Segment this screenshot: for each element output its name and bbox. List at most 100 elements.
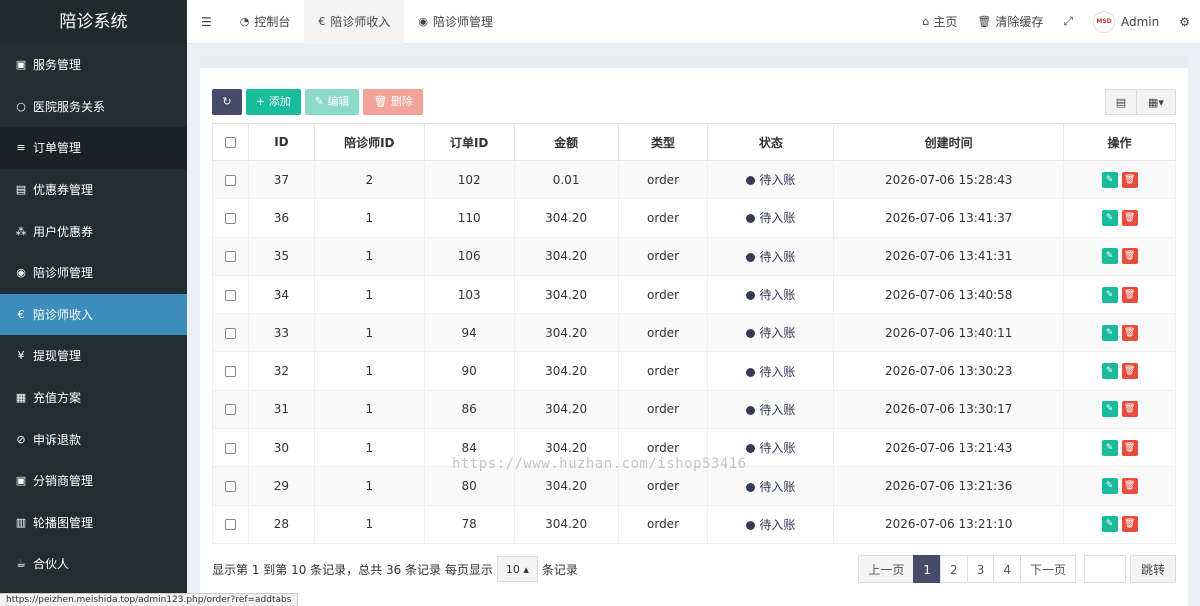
row-edit-icon[interactable]: ✎ (1101, 286, 1118, 303)
row-edit-icon[interactable]: ✎ (1101, 439, 1118, 456)
sidebar-menu: ▣ 服务管理 ○ 医院服务关系 ≡ 订单管理 ▤ 优惠券管理 ⁂ 用户优惠券 ◉ 陪诊师管理 € 陪诊师收… (0, 44, 187, 606)
next-page-button[interactable]: 下一页 (1019, 555, 1076, 583)
list-view-icon[interactable]: ▤ (1105, 89, 1137, 115)
row-checkbox[interactable] (212, 313, 249, 353)
row-edit-icon[interactable]: ✎ (1101, 516, 1118, 533)
row-delete-icon[interactable]: 🗑 (1121, 248, 1138, 265)
tab-escort-income[interactable]: € 陪诊师收入 (304, 0, 405, 44)
sidebar-item-5[interactable]: ◉ 陪诊师管理 (0, 252, 187, 294)
col-escort-id[interactable]: 陪诊师ID (313, 123, 425, 161)
table-row[interactable]: 33 1 94 304.20 order 待入账 2026-07-06 13:40:11 ✎ 🗑 (212, 313, 1176, 353)
row-edit-icon[interactable]: ✎ (1101, 401, 1118, 418)
sidebar-item-2[interactable]: ≡ 订单管理 (0, 127, 187, 169)
cell-time: 2026-07-06 13:41:37 (833, 198, 1065, 238)
cell-id: 32 (247, 351, 315, 391)
sidebar-item-1[interactable]: ○ 医院服务关系 (0, 86, 187, 128)
fullscreen-icon[interactable]: ⤢ (1053, 14, 1083, 29)
status-label: 待入账 (759, 517, 796, 532)
sidebar-item-12[interactable]: ☕ 合伙人 (0, 543, 187, 585)
page-3-button[interactable]: 3 (966, 555, 995, 583)
sidebar-item-icon: ⁂ (15, 224, 27, 238)
cell-oid: 110 (423, 198, 515, 238)
page-size-select[interactable]: 10 ▴ (496, 556, 538, 582)
col-created-time[interactable]: 创建时间 (833, 123, 1065, 161)
row-edit-icon[interactable]: ✎ (1101, 209, 1118, 226)
jump-button[interactable]: 跳转 (1129, 555, 1176, 583)
page-4-button[interactable]: 4 (993, 555, 1021, 583)
row-checkbox[interactable] (212, 428, 249, 468)
jump-page-input[interactable] (1083, 555, 1126, 583)
home-link[interactable]: ⌂ 主页 (912, 13, 967, 30)
col-order-id[interactable]: 订单ID (423, 123, 515, 161)
row-delete-icon[interactable]: 🗑 (1121, 171, 1138, 188)
col-amount[interactable]: 金额 (513, 123, 619, 161)
table-row[interactable]: 36 1 110 304.20 order 待入账 2026-07-06 13:41:37 ✎… (212, 198, 1176, 238)
row-edit-icon[interactable]: ✎ (1101, 324, 1118, 341)
row-delete-icon[interactable]: 🗑 (1121, 324, 1138, 341)
row-checkbox[interactable] (212, 504, 249, 544)
add-button[interactable]: + 添加 (246, 89, 301, 115)
row-checkbox[interactable] (212, 236, 249, 276)
col-id[interactable]: ID (247, 123, 315, 161)
columns-icon[interactable]: ▦▾ (1136, 89, 1176, 115)
row-edit-icon[interactable]: ✎ (1101, 363, 1118, 380)
table-row[interactable]: 37 2 102 0.01 order 待入账 2026-07-06 15:28:43 ✎ 🗑 (212, 159, 1176, 200)
row-checkbox[interactable] (212, 159, 249, 200)
col-type[interactable]: 类型 (617, 123, 709, 161)
sidebar-item-3[interactable]: ▤ 优惠券管理 (0, 169, 187, 211)
row-delete-icon[interactable]: 🗑 (1121, 516, 1138, 533)
prev-page-button[interactable]: 上一页 (858, 555, 915, 583)
view-buttons: ▤ ▦▾ (1105, 89, 1176, 115)
status-label: 待入账 (759, 364, 796, 379)
delete-button[interactable]: 🗑 删除 (363, 89, 423, 115)
sidebar-item-6[interactable]: € 陪诊师收入 (0, 293, 187, 336)
refresh-button[interactable]: ↻ (212, 89, 242, 115)
page-2-button[interactable]: 2 (940, 555, 968, 583)
menu-toggle-icon[interactable]: ☰ (187, 0, 226, 44)
row-checkbox[interactable] (212, 198, 249, 238)
row-delete-icon[interactable]: 🗑 (1121, 209, 1138, 226)
table-row[interactable]: 31 1 86 304.20 order 待入账 2026-07-06 13:30:17 ✎ 🗑 (212, 389, 1176, 430)
row-delete-icon[interactable]: 🗑 (1121, 401, 1138, 418)
settings-icon[interactable]: ⚙ (1169, 15, 1200, 29)
clear-cache-link[interactable]: 🗑 清除缓存 (967, 13, 1053, 30)
row-checkbox[interactable] (212, 466, 249, 506)
table-row[interactable]: 32 1 90 304.20 order 待入账 2026-07-06 13:30:23 ✎ 🗑 (212, 351, 1176, 391)
row-checkbox[interactable] (212, 274, 249, 315)
sidebar-item-7[interactable]: ¥ 提现管理 (0, 335, 187, 377)
table-row[interactable]: 28 1 78 304.20 order 待入账 2026-07-06 13:21:10 ✎ 🗑 (212, 504, 1176, 544)
sidebar-item-9[interactable]: ⊘ 申诉退款 (0, 418, 187, 460)
dashboard-icon: ◔ (239, 14, 250, 28)
cell-oid: 94 (423, 313, 515, 353)
select-all-checkbox[interactable] (212, 123, 249, 161)
table-row[interactable]: 35 1 106 304.20 order 待入账 2026-07-06 13:41:31 ✎… (212, 236, 1176, 276)
tab-escort-manage[interactable]: ◉ 陪诊师管理 (404, 0, 507, 44)
watermark: https://www.huzhan.com/ishop53416 (452, 456, 747, 472)
row-delete-icon[interactable]: 🗑 (1121, 363, 1138, 380)
sidebar-item-icon: ¥ (17, 349, 25, 363)
sidebar-item-4[interactable]: ⁂ 用户优惠券 (0, 210, 187, 252)
page-1-button[interactable]: 1 (913, 555, 942, 583)
cell-actions: ✎ 🗑 (1063, 274, 1176, 315)
row-checkbox[interactable] (212, 351, 249, 391)
sidebar-item-10[interactable]: ▣ 分销商管理 (0, 460, 187, 502)
row-edit-icon[interactable]: ✎ (1101, 478, 1118, 495)
sidebar-item-label: 医院服务关系 (33, 99, 106, 114)
user-menu[interactable]: MSD Admin (1083, 10, 1169, 33)
sidebar-item-8[interactable]: ▦ 充值方案 (0, 377, 187, 419)
row-delete-icon[interactable]: 🗑 (1121, 439, 1138, 456)
row-checkbox[interactable] (212, 389, 249, 430)
cell-type: order (617, 198, 709, 238)
tab-dashboard[interactable]: ◔ 控制台 (226, 0, 305, 44)
row-delete-icon[interactable]: 🗑 (1121, 478, 1138, 495)
pagination: 上一页 1 2 3 4 下一页 跳转 (858, 555, 1176, 583)
row-edit-icon[interactable]: ✎ (1101, 248, 1118, 265)
col-status[interactable]: 状态 (707, 123, 835, 161)
sidebar-item-11[interactable]: ▥ 轮播图管理 (0, 502, 187, 544)
row-edit-icon[interactable]: ✎ (1101, 171, 1118, 188)
table-row[interactable]: 29 1 80 304.20 order 待入账 2026-07-06 13:21:36 ✎ 🗑 (212, 466, 1176, 506)
sidebar-item-0[interactable]: ▣ 服务管理 (0, 44, 187, 86)
row-delete-icon[interactable]: 🗑 (1121, 286, 1138, 303)
edit-button[interactable]: ✎ 编辑 (304, 89, 360, 115)
table-row[interactable]: 34 1 103 304.20 order 待入账 2026-07-06 13:40:58 ✎… (212, 274, 1176, 315)
